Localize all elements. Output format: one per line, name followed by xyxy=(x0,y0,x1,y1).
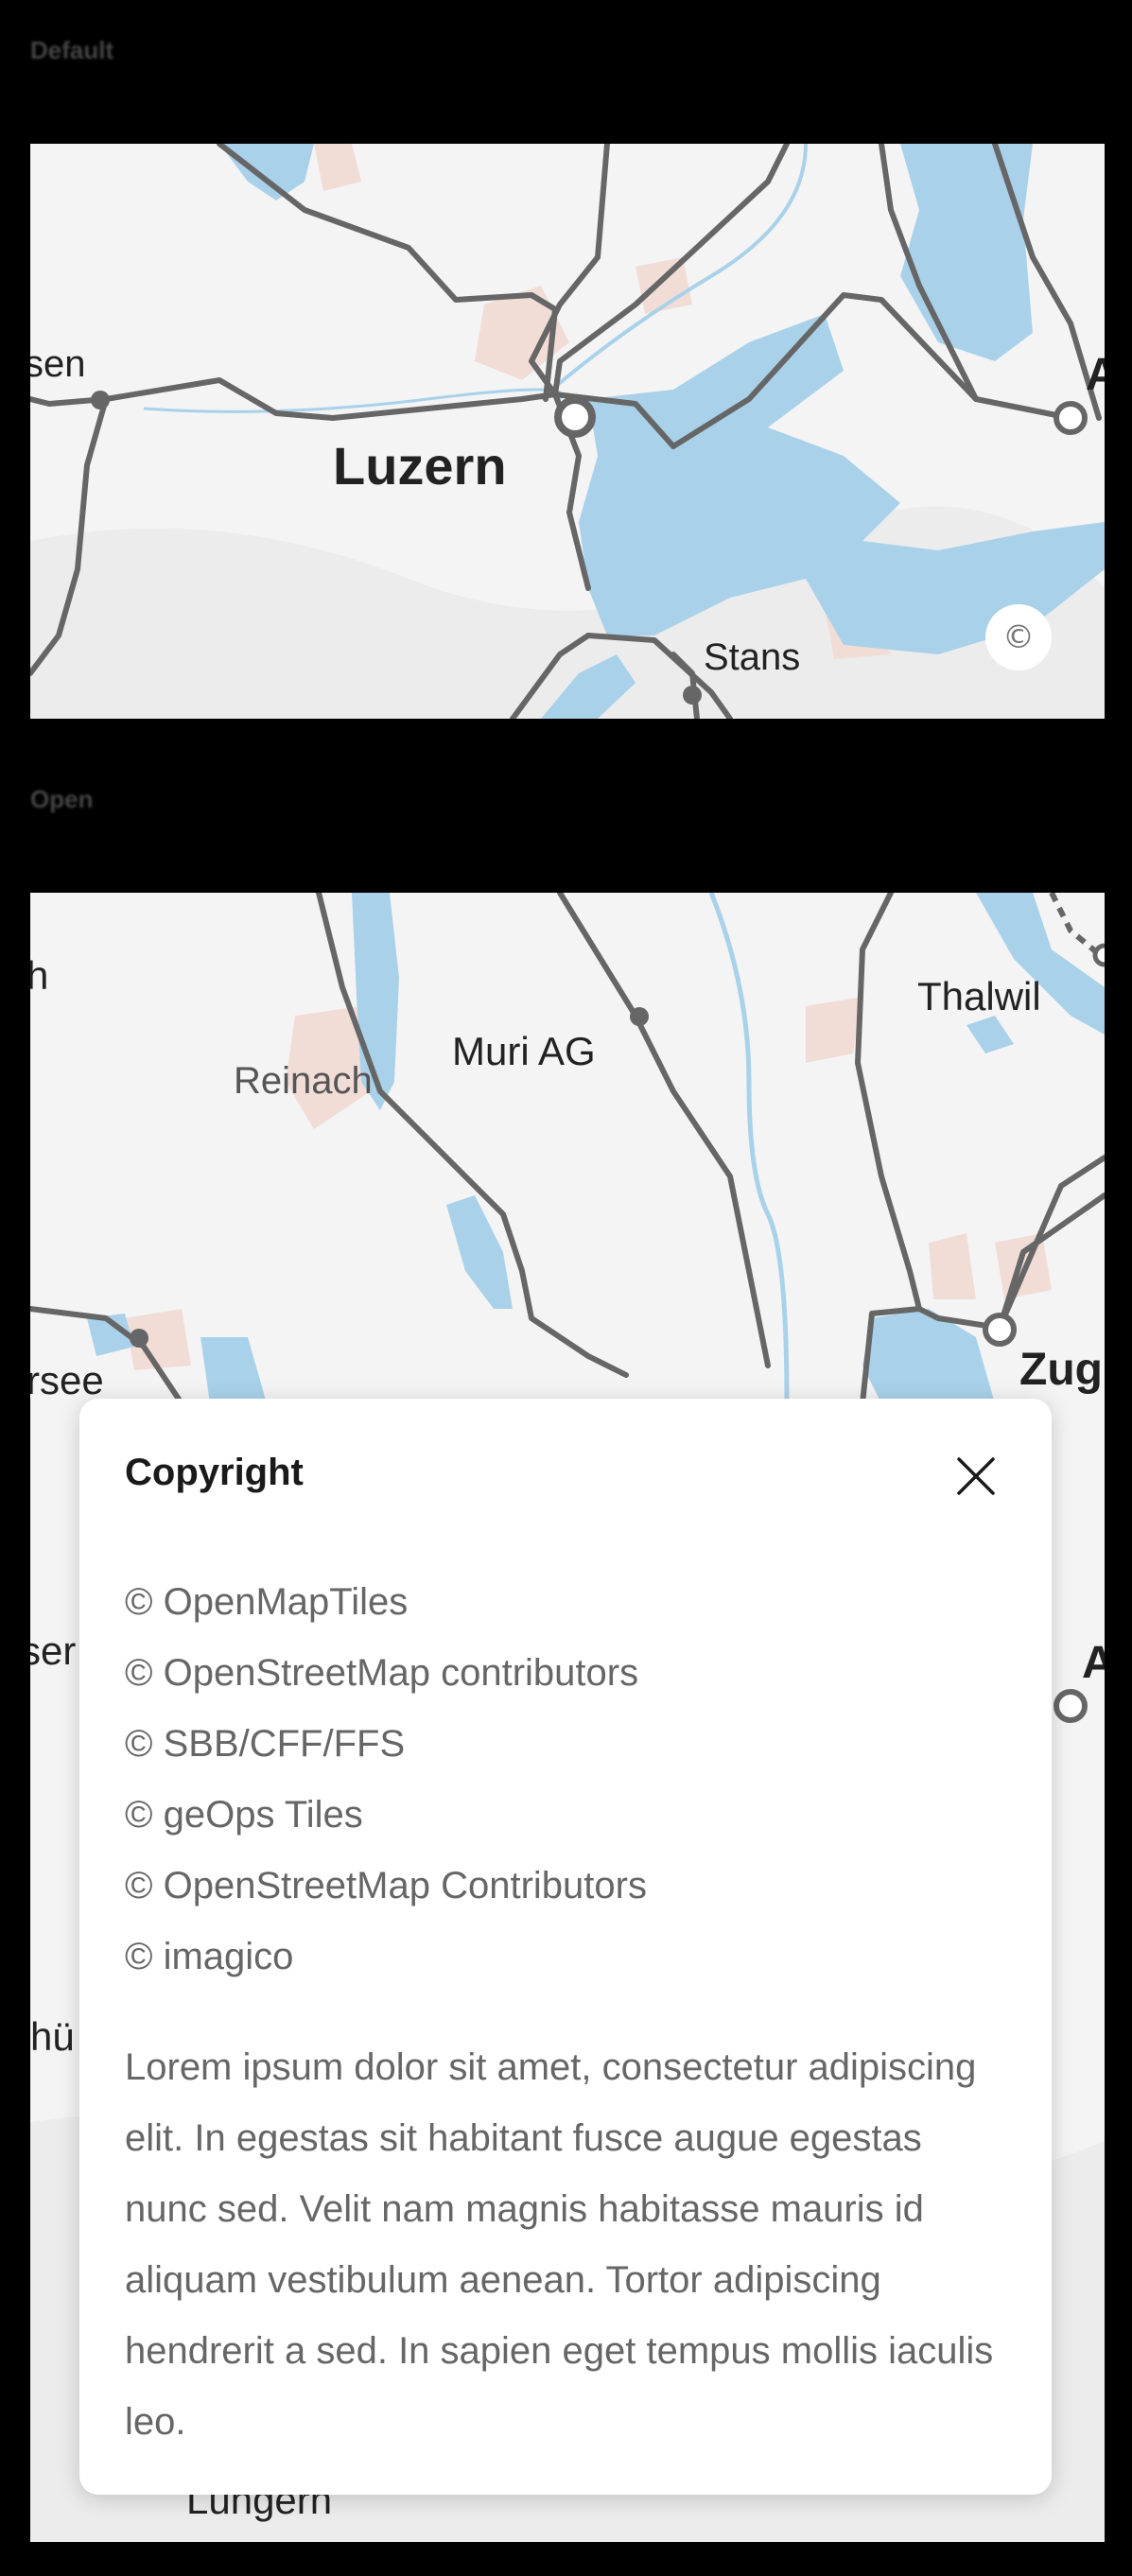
dialog-title: Copyright xyxy=(125,1452,304,1493)
map-label-h: h xyxy=(30,953,48,998)
station-major[interactable] xyxy=(983,1313,1017,1347)
map-label-hu: hü xyxy=(30,2014,75,2059)
map-label-luzern: Luzern xyxy=(333,436,507,496)
attribution-item: © imagico xyxy=(125,1936,294,1977)
dialog-body-text: Lorem ipsum dolor sit amet, consectetur … xyxy=(125,2046,994,2443)
station-minor[interactable] xyxy=(630,1007,649,1026)
section-label-open: Open xyxy=(30,785,94,813)
map-label-stans: Stans xyxy=(704,636,800,678)
map-label-zug: Zug xyxy=(1019,1345,1103,1395)
attribution-item: © OpenMapTiles xyxy=(125,1581,409,1623)
section-label-default: Default xyxy=(30,36,114,64)
settlement-area xyxy=(929,1233,976,1299)
attribution-list: © OpenMapTiles © OpenStreetMap contribut… xyxy=(125,1567,647,1993)
map-default[interactable]: Luzern Stans sen A © xyxy=(30,144,1105,719)
lake xyxy=(967,1016,1014,1053)
map-label-rsee: rsee xyxy=(30,1358,104,1402)
station-major[interactable] xyxy=(1092,943,1105,967)
copyright-dialog: Copyright © OpenMapTiles © OpenStreetMap… xyxy=(79,1399,1052,2495)
map-label-sen: sen xyxy=(30,343,86,385)
copyright-button[interactable]: © xyxy=(985,604,1052,670)
map-label-ser: ser xyxy=(30,1628,76,1673)
attribution-item: © OpenStreetMap contributors xyxy=(125,1652,639,1694)
attribution-item: © geOps Tiles xyxy=(125,1794,363,1836)
close-icon[interactable] xyxy=(955,1455,997,1497)
attribution-item: © OpenStreetMap Contributors xyxy=(125,1865,647,1906)
map-label-muri: Muri AG xyxy=(452,1029,596,1073)
river-reuss xyxy=(708,893,790,1404)
attribution-item: © SBB/CFF/FFS xyxy=(125,1723,406,1765)
lake xyxy=(900,144,1033,361)
settlement-area xyxy=(314,144,361,191)
map-label-thalwil: Thalwil xyxy=(917,974,1041,1018)
lake-lucerne xyxy=(579,314,1105,654)
map-label-reinach: Reinach xyxy=(234,1060,373,1102)
station-major[interactable] xyxy=(1054,401,1088,435)
station-major[interactable] xyxy=(554,396,596,438)
station-major[interactable] xyxy=(1054,1689,1088,1723)
station-minor[interactable] xyxy=(91,391,110,409)
map-default-canvas: Luzern Stans sen A xyxy=(30,144,1105,719)
lake xyxy=(200,1337,267,1403)
map-label-a: A xyxy=(1086,350,1105,400)
station-minor[interactable] xyxy=(130,1329,148,1348)
settlement-area xyxy=(806,997,862,1063)
map-label-a: A xyxy=(1082,1638,1105,1688)
station-minor[interactable] xyxy=(683,686,702,705)
